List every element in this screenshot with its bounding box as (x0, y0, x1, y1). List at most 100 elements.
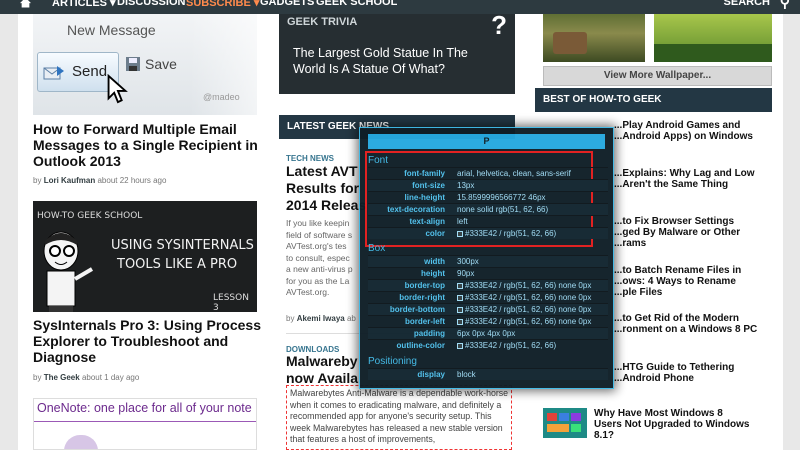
color-swatch (457, 319, 463, 325)
excerpt-line: If you like keepin (286, 218, 350, 228)
prop-name: color (425, 229, 445, 238)
author-link[interactable]: Akemi Iwaya (297, 314, 345, 323)
post-time: about 22 hours ago (97, 176, 167, 185)
trivia-question[interactable]: The Largest Gold Statue In The World Is … (293, 45, 503, 77)
item-line: ...Explains: Why Lag and Low (614, 168, 755, 179)
best-item-modern[interactable]: ...to Get Rid of the Modern ...ronment o… (614, 313, 757, 335)
wallpaper-thumb-1[interactable] (543, 14, 645, 62)
excerpt-line: to consult, espec (286, 252, 350, 263)
news-byline: by Akemi Iwaya ab (286, 314, 356, 323)
font-row: line-height 15.8599996566772 46px (368, 191, 608, 203)
geek-trivia-box[interactable]: GEEK TRIVIA ? The Largest Gold Statue In… (279, 10, 515, 94)
prop-name: display (417, 370, 445, 379)
onenote-caption: OneNote: one place for all of your note (37, 401, 252, 415)
article-title-outlook[interactable]: How to Forward Multiple Email Messages t… (33, 121, 261, 169)
item-line: ...rams (614, 238, 647, 249)
color-value: #333E42 / rgb(51, 62, 66) none 0px (465, 317, 592, 326)
author-link[interactable]: The Geek (44, 373, 80, 382)
prop-value: #333E42 / rgb(51, 62, 66) (457, 341, 556, 350)
item-line: Users Not Upgraded to Windows (594, 419, 750, 430)
color-value: #333E42 / rgb(51, 62, 66) (465, 341, 557, 350)
box-row: width 300px (368, 255, 608, 267)
article-title-sysinternals[interactable]: SysInternals Pro 3: Using Process Explor… (33, 317, 261, 365)
school-heading: HOW-TO GEEK SCHOOL (37, 211, 143, 221)
positioning-section-title: Positioning (368, 356, 417, 367)
news-excerpt-avtest: If you like keepin field of software s A… (286, 218, 353, 299)
box-section-title: Box (368, 243, 386, 254)
best-item-browser[interactable]: ...to Fix Browser Settings ...ged By Mal… (614, 216, 740, 249)
box-row: height 90px (368, 267, 608, 279)
excerpt-line: field of software s (286, 229, 353, 240)
item-line: ...Play Android Games and (614, 120, 741, 131)
best-item-tethering[interactable]: ...HTG Guide to Tethering ...Android Pho… (614, 362, 734, 384)
nav-discussion[interactable]: DISCUSSION (117, 0, 185, 8)
author-link[interactable]: Lori Kaufman (44, 176, 96, 185)
prop-value: #333E42 / rgb(51, 62, 66) (457, 229, 556, 238)
nav-subscribe[interactable]: SUBSCRIBE ▾ (186, 0, 259, 9)
best-item-rename[interactable]: ...to Batch Rename Files in ...ows: 4 Wa… (614, 265, 741, 298)
home-icon[interactable] (20, 0, 31, 9)
color-swatch (457, 283, 463, 289)
onenote-notebook-graphic (64, 435, 98, 449)
color-swatch (457, 307, 463, 313)
article-thumbnail-sysinternals[interactable]: HOW-TO GEEK SCHOOL USING SYSINTERNALS TO… (33, 201, 257, 312)
box-row: border-left #333E42 / rgb(51, 62, 66) non… (368, 315, 608, 327)
tile (547, 424, 569, 432)
best-item-lag[interactable]: ...Explains: Why Lag and Low ...Aren't t… (614, 168, 755, 190)
search-icon[interactable]: ⚲ (780, 0, 790, 11)
prop-name: width (424, 257, 445, 266)
nav-articles[interactable]: ARTICLES ▾ (52, 0, 116, 9)
article-thumbnail-outlook[interactable]: New Message Send Save @madeo (33, 14, 257, 115)
prop-name: height (421, 269, 445, 278)
font-section-title: Font (368, 155, 389, 166)
view-more-wallpaper-button[interactable]: View More Wallpaper... (543, 66, 772, 86)
excerpt-line: for you as the La (286, 275, 350, 286)
wallpaper-thumb-2[interactable] (654, 14, 772, 62)
post-time: about 1 day ago (81, 373, 140, 382)
news-excerpt-malwarebytes[interactable]: Malwarebytes Anti-Malware is a dependabl… (290, 388, 512, 446)
send-label: Send (72, 63, 108, 80)
cartoon-character-icon (43, 231, 94, 312)
item-line: ...ows: 4 Ways to Rename (614, 276, 736, 287)
prop-name: outline-color (396, 341, 445, 350)
inspected-tag: P (368, 134, 605, 149)
windows-thumbnail[interactable] (543, 408, 587, 438)
news-title-avtest[interactable]: Latest AVT Results for 2014 Releas (286, 163, 366, 214)
category-tag[interactable]: TECH NEWS (286, 154, 334, 163)
font-row: font-size 13px (368, 179, 608, 191)
title-line-1: USING SYSINTERNALS (111, 238, 254, 253)
nav-search[interactable]: SEARCH (724, 0, 770, 8)
prop-value: 15.8599996566772 46px (457, 193, 546, 202)
prop-value: 6px 0px 4px 0px (457, 329, 516, 338)
item-line: ...ronment on a Windows 8 PC (614, 324, 758, 335)
font-row: text-decoration none solid rgb(51, 62, 66… (368, 203, 608, 215)
css-inspector-panel[interactable]: P Font font-family arial, helvetica, clea… (359, 127, 614, 389)
tile (571, 413, 581, 421)
title-line: 2014 Releas (286, 197, 367, 213)
by-label: by (33, 176, 42, 185)
nav-gadgets[interactable]: GADGETS (260, 0, 314, 8)
prop-name: font-family (404, 169, 445, 178)
prop-name: text-decoration (387, 205, 445, 214)
nav-geek-school[interactable]: GEEK SCHOOL (316, 0, 397, 8)
prop-value: #333E42 / rgb(51, 62, 66) none 0px (457, 281, 591, 290)
prop-name: line-height (404, 193, 445, 202)
tile (559, 413, 569, 421)
item-line: ...to Get Rid of the Modern (614, 313, 739, 324)
excerpt-line: a new anti-virus p (286, 264, 353, 274)
prop-value: block (457, 370, 476, 379)
excerpt-line: AVTest.org's tes (286, 241, 347, 251)
color-value: #333E42 / rgb(51, 62, 66) (465, 229, 557, 238)
email-fragment: @madeo (203, 92, 240, 102)
article-byline: by Lori Kaufman about 22 hours ago (33, 176, 166, 185)
best-item-android-games[interactable]: ...Play Android Games and ...Android App… (614, 120, 753, 142)
lesson-label: LESSON 3 (213, 293, 249, 312)
box-row: border-right #333E42 / rgb(51, 62, 66) no… (368, 291, 608, 303)
news-title-malwarebytes[interactable]: Malwareby now Availa (286, 353, 358, 387)
box-row: border-bottom #333E42 / rgb(51, 62, 66) n… (368, 303, 608, 315)
font-row: color #333E42 / rgb(51, 62, 66) (368, 227, 608, 239)
prop-value: #333E42 / rgb(51, 62, 66) none 0px (457, 317, 591, 326)
title-line: Malwareby (286, 353, 358, 369)
article-thumbnail-onenote[interactable]: OneNote: one place for all of your note (33, 398, 257, 450)
best-item-windows81[interactable]: Why Have Most Windows 8 Users Not Upgrad… (594, 408, 749, 441)
